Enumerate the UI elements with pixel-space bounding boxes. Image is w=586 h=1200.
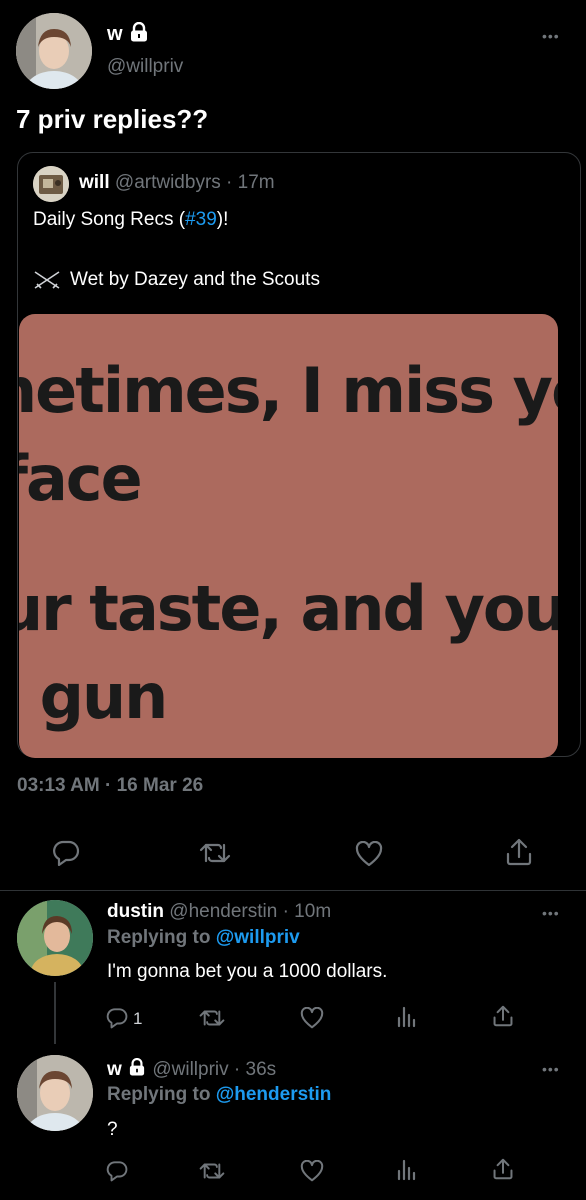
main-tweet-text: 7 priv replies?? xyxy=(16,104,209,134)
quote-text-suffix: )! xyxy=(216,209,229,230)
like-icon[interactable] xyxy=(355,841,383,867)
reply-icon[interactable] xyxy=(106,1160,128,1182)
more-icon[interactable]: ••• xyxy=(542,906,560,920)
views-icon[interactable] xyxy=(396,1006,416,1028)
quote-author-name: will xyxy=(79,172,110,193)
avatar-willpriv[interactable] xyxy=(16,13,92,89)
quote-song-line: Wet by Dazey and the Scouts xyxy=(70,269,320,290)
replying-to-link[interactable]: @henderstin xyxy=(216,1084,332,1105)
share-icon[interactable] xyxy=(493,1158,513,1180)
quote-header: will @artwidbyrs · 17m xyxy=(79,172,275,194)
reply-icon[interactable] xyxy=(106,1007,128,1029)
quote-text: Daily Song Recs (#39)! xyxy=(33,209,228,231)
reply-2-handle-time[interactable]: @willpriv · 36s xyxy=(152,1059,276,1080)
tweet-timestamp[interactable]: 03:13 AM · 16 Mar 26 xyxy=(17,775,203,797)
more-icon[interactable]: ••• xyxy=(542,1062,560,1076)
reply-1-handle-time[interactable]: @henderstin · 10m xyxy=(169,901,331,922)
lyric-line-1: netimes, I miss you xyxy=(19,354,558,427)
main-handle[interactable]: @willpriv xyxy=(107,56,183,78)
reply-2-text: ? xyxy=(107,1119,118,1140)
reply-2-name[interactable]: w xyxy=(107,1059,122,1080)
views-icon[interactable] xyxy=(396,1159,416,1181)
reply-1-text: I'm gonna bet you a 1000 dollars. xyxy=(107,961,388,982)
like-icon[interactable] xyxy=(300,1160,324,1182)
replying-to-link[interactable]: @willpriv xyxy=(216,927,300,948)
avatar-artwidbyrs xyxy=(33,166,69,202)
quote-media-image[interactable]: netimes, I miss you face ur taste, and y… xyxy=(19,314,558,758)
lyric-line-2: face xyxy=(19,442,143,515)
lyric-line-3: ur taste, and your xyxy=(19,572,558,645)
retweet-icon[interactable] xyxy=(199,1161,225,1181)
crossed-swords-icon xyxy=(33,270,61,290)
thread-line xyxy=(54,982,56,1044)
share-icon[interactable] xyxy=(506,838,532,866)
main-display-name[interactable]: w xyxy=(107,23,123,45)
avatar-henderstin[interactable] xyxy=(17,900,93,976)
reply-icon[interactable] xyxy=(52,840,80,866)
divider xyxy=(0,890,586,891)
retweet-icon[interactable] xyxy=(199,1008,225,1028)
replying-label: Replying to xyxy=(107,1084,216,1105)
reply-2-replying-to: Replying to @henderstin xyxy=(107,1084,331,1106)
retweet-icon[interactable] xyxy=(199,841,231,865)
quote-author-handle-time: @artwidbyrs · 17m xyxy=(114,172,275,193)
reply-1-header: dustin @henderstin · 10m xyxy=(107,901,331,923)
lyric-line-4: ' gun xyxy=(19,660,168,733)
replying-label: Replying to xyxy=(107,927,216,948)
more-icon[interactable]: ••• xyxy=(542,29,560,43)
quote-hashtag[interactable]: #39 xyxy=(185,209,217,230)
lock-icon xyxy=(130,21,148,47)
like-icon[interactable] xyxy=(300,1007,324,1029)
reply-1-replying-to: Replying to @willpriv xyxy=(107,927,300,949)
reply-1-name[interactable]: dustin xyxy=(107,901,164,922)
reply-2-header: w @willpriv · 36s xyxy=(107,1057,276,1082)
reply-count: 1 xyxy=(133,1009,143,1028)
share-icon[interactable] xyxy=(493,1005,513,1027)
lock-icon xyxy=(129,1057,145,1082)
quote-text-prefix: Daily Song Recs ( xyxy=(33,209,186,230)
main-display-name-row: w xyxy=(107,21,148,47)
avatar-willpriv[interactable] xyxy=(17,1055,93,1131)
